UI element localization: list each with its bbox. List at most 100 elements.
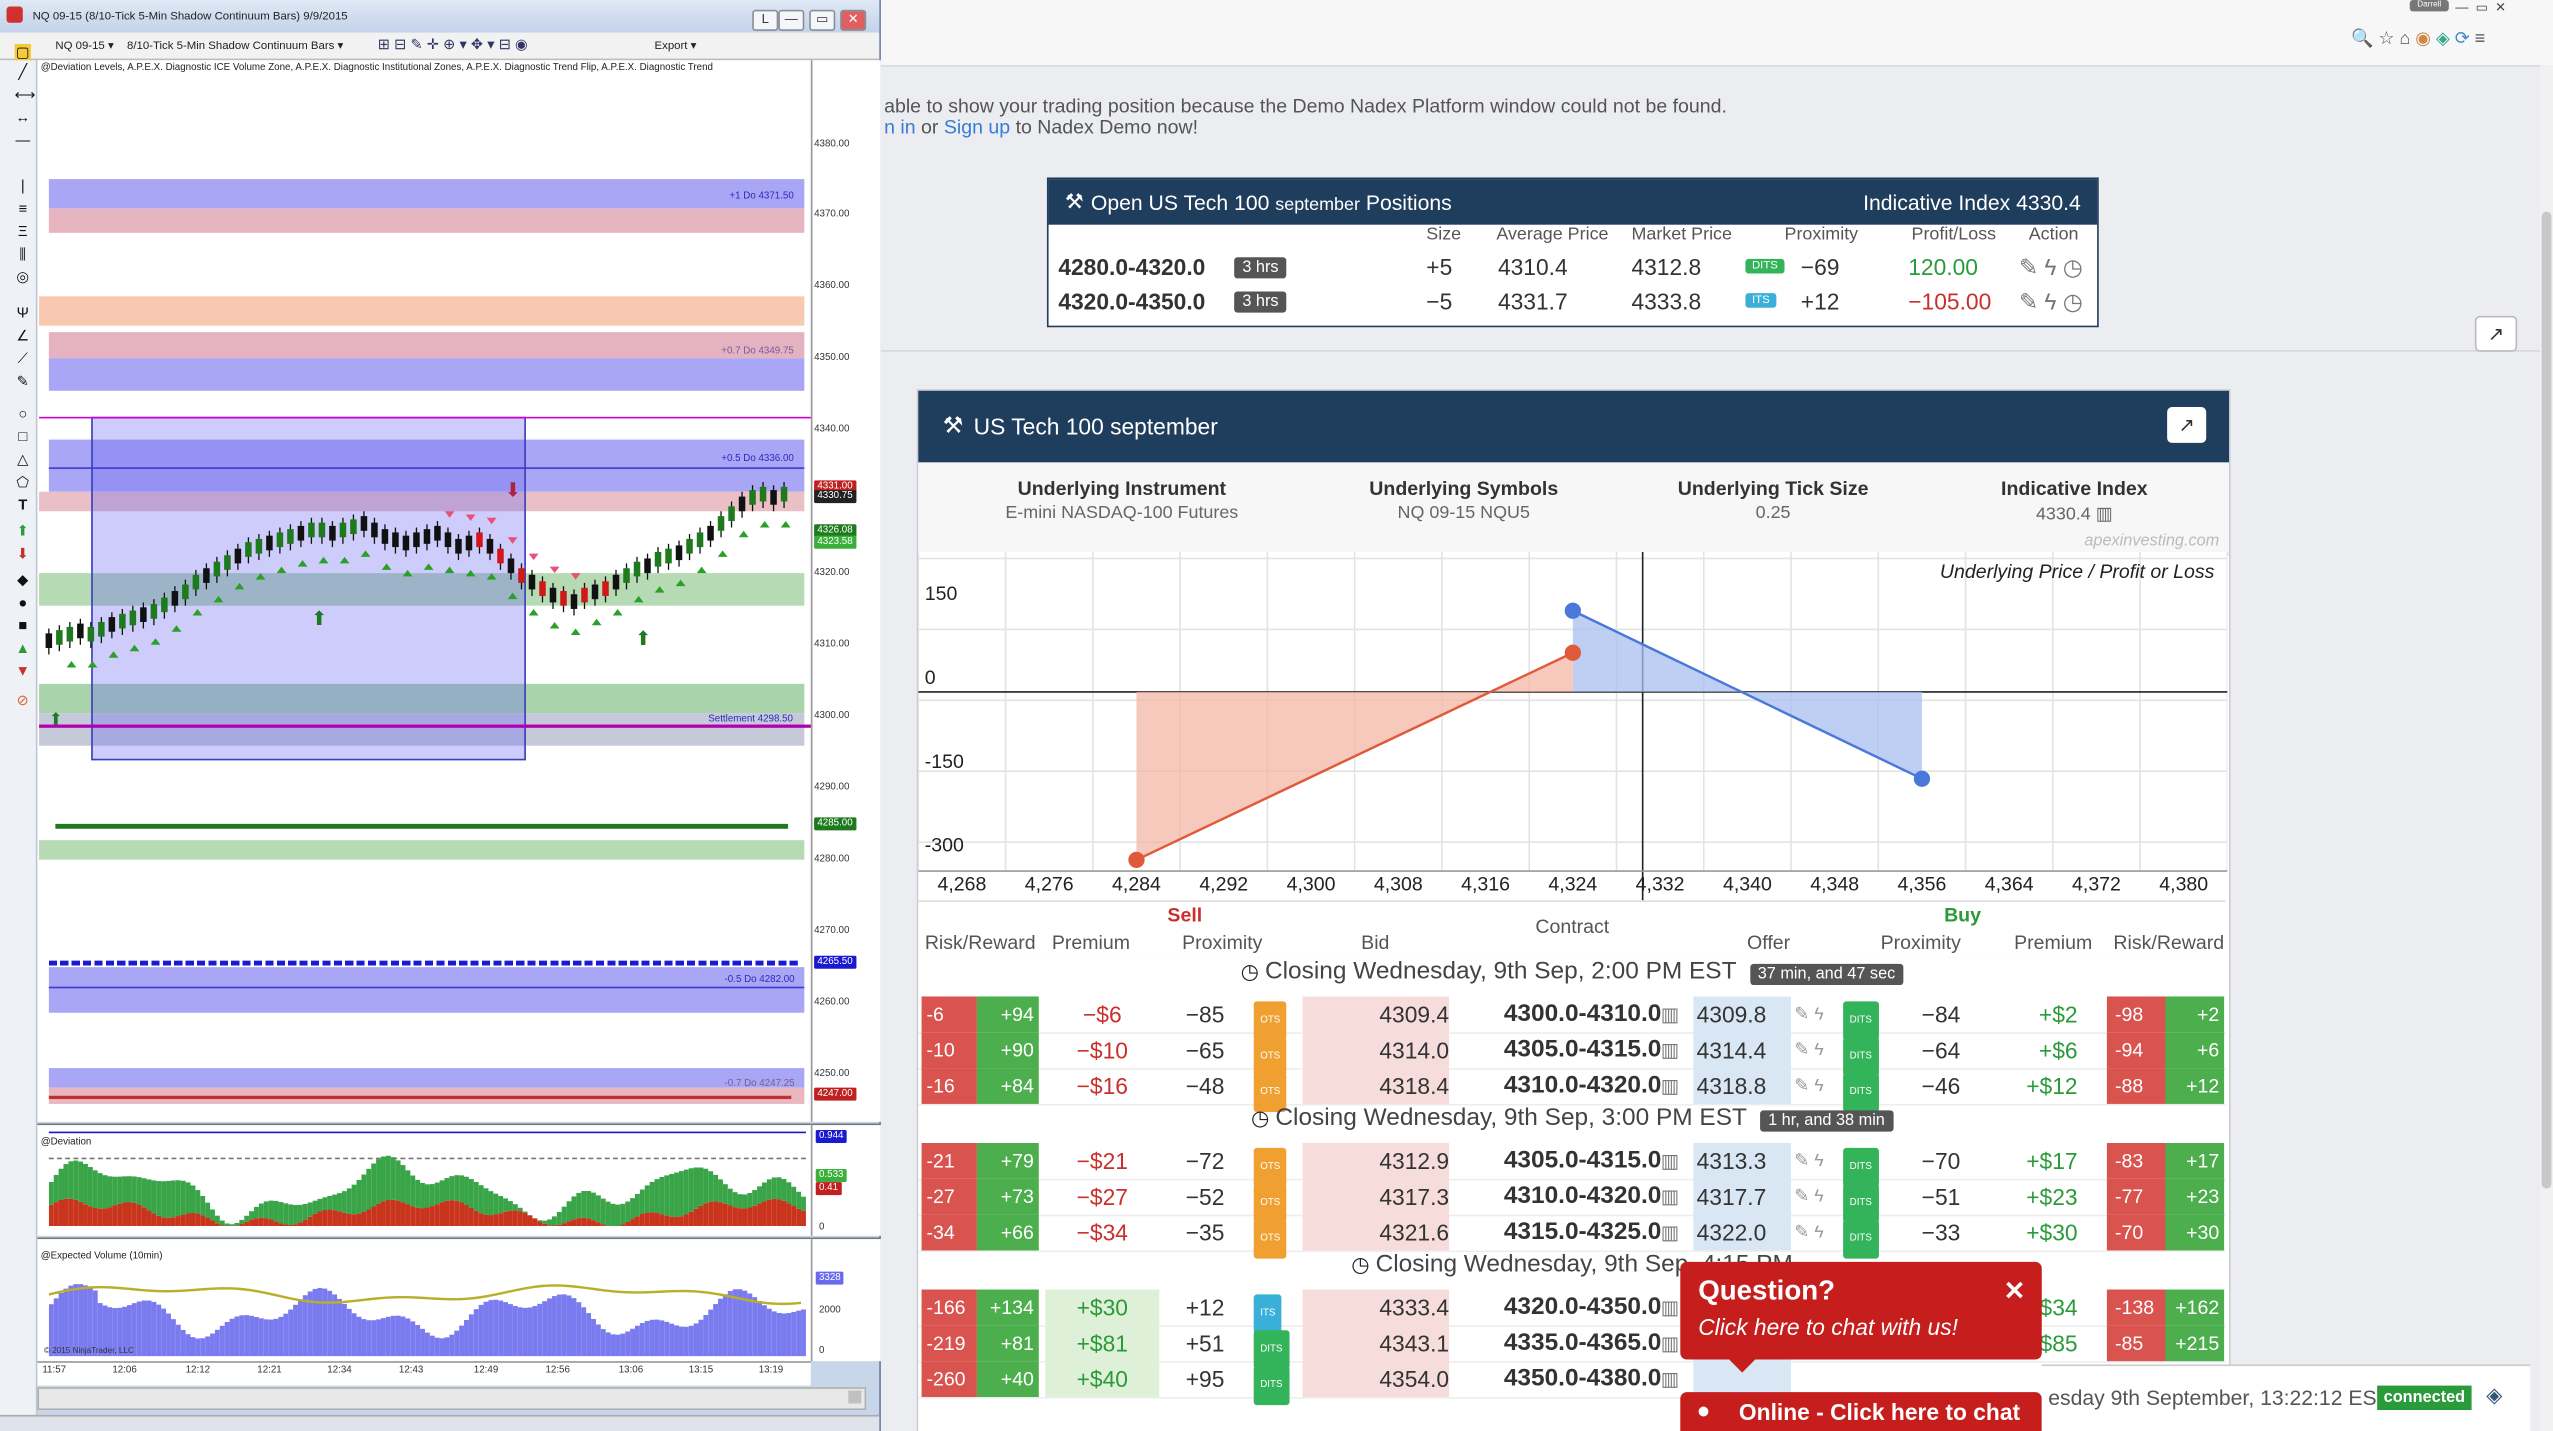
offer-price[interactable]: 4318.8 [1693, 1068, 1792, 1104]
close-icon[interactable]: ✕ [2004, 1275, 2026, 1308]
popout-button[interactable]: ↗ [2474, 315, 2518, 352]
remove-drawings-icon[interactable]: ⊘ [15, 692, 31, 708]
risk-cell[interactable]: -219 [921, 1325, 977, 1362]
bid-price[interactable]: 4312.9 [1302, 1142, 1450, 1179]
chart-icon[interactable]: ▥ [1661, 1179, 1694, 1215]
triangle-up-icon[interactable]: ▲ [15, 640, 31, 656]
triangle-down-icon[interactable]: ▼ [15, 663, 31, 679]
reward-cell[interactable]: +2 [2165, 996, 2225, 1033]
dot-icon[interactable]: ● [15, 594, 31, 610]
risk-cell[interactable]: -166 [921, 1289, 977, 1326]
toolbar-icons[interactable]: ⊞ ⊟ ✎ ✛ ⊕ ▾ ✥ ▾ ⊟ ◉ [378, 36, 528, 54]
ladder-row[interactable]: -34+66−$34−35OTS✎ ϟ4321.64315.0-4325.0▥4… [918, 1214, 2226, 1259]
bid-price[interactable]: 4333.4 [1302, 1289, 1450, 1326]
action-icons[interactable]: ✎ ϟ [1794, 1215, 1840, 1251]
bars-dropdown[interactable]: 8/10-Tick 5-Min Shadow Continuum Bars ▾ [127, 39, 343, 52]
offer-price[interactable]: 4309.8 [1693, 996, 1792, 1033]
bid-price[interactable]: 4318.4 [1302, 1068, 1450, 1104]
market-popout-button[interactable]: ↗ [2167, 407, 2207, 443]
bid-price[interactable]: 4354.0 [1302, 1361, 1450, 1397]
ruler-icon[interactable]: ⟋ [15, 350, 31, 366]
reward-cell[interactable]: +6 [2165, 1032, 2225, 1069]
polygon-icon[interactable]: ⬠ [15, 474, 31, 490]
circle-fib-icon[interactable]: ◎ [15, 269, 31, 285]
ladder-row[interactable]: -10+90−$10−65OTS✎ ϟ4314.04305.0-4315.0▥4… [918, 1032, 2226, 1077]
horizontal-scrollbar[interactable] [37, 1387, 867, 1411]
rectangle-icon[interactable]: □ [15, 428, 31, 444]
reward-cell[interactable]: +84 [976, 1068, 1039, 1104]
chart-icon[interactable]: ▥ [1661, 1032, 1694, 1068]
reward-cell[interactable]: +90 [976, 1032, 1039, 1069]
reward-cell[interactable]: +73 [976, 1178, 1039, 1215]
angle-icon[interactable]: ∠ [15, 327, 31, 343]
user-chip[interactable]: Darrell [2409, 0, 2449, 12]
maximize-button[interactable]: ▭ [809, 9, 836, 31]
risk-cell[interactable]: -21 [921, 1142, 977, 1179]
fib-icon[interactable]: ≡ [15, 200, 31, 216]
ladder-row[interactable]: -16+84−$16−48OTS✎ ϟ4318.44310.0-4320.0▥4… [918, 1068, 2226, 1113]
risk-cell[interactable]: -94 [2106, 1032, 2166, 1069]
sign-in-link[interactable]: n in [884, 116, 916, 139]
ray-icon[interactable]: ⟷ [15, 86, 36, 102]
reward-cell[interactable]: +30 [2165, 1214, 2225, 1251]
risk-cell[interactable]: -10 [921, 1032, 977, 1069]
extended-line-icon[interactable]: — [15, 132, 31, 148]
star-icon[interactable]: ☆ [2378, 29, 2394, 49]
ladder-row[interactable]: -21+79−$21−72OTS✎ ϟ4312.94305.0-4315.0▥4… [918, 1142, 2226, 1187]
text-icon[interactable]: T [15, 497, 31, 513]
ladder-row[interactable]: -6+94−$6−85OTS✎ ϟ4309.44300.0-4310.0▥430… [918, 996, 2226, 1041]
arrow-up-icon[interactable]: ⬆ [15, 523, 31, 539]
action-icons[interactable]: ✎ ϟ ◷ [2019, 254, 2083, 282]
action-icons[interactable]: ✎ ϟ [1794, 1068, 1840, 1104]
bid-price[interactable]: 4317.3 [1302, 1178, 1450, 1215]
reward-cell[interactable]: +23 [2165, 1178, 2225, 1215]
risk-cell[interactable]: -260 [921, 1361, 977, 1397]
reward-cell[interactable]: +12 [2165, 1068, 2225, 1104]
reward-cell[interactable]: +17 [2165, 1142, 2225, 1179]
reward-cell[interactable]: +79 [976, 1142, 1039, 1179]
action-icons[interactable]: ✎ ϟ [1794, 1032, 1840, 1068]
reward-cell[interactable]: +134 [976, 1289, 1039, 1326]
pencil-icon[interactable]: ✎ [15, 373, 31, 389]
menu-icon[interactable]: ≡ [2475, 29, 2485, 49]
risk-cell[interactable]: -34 [921, 1214, 977, 1251]
link-button[interactable]: L [752, 9, 779, 31]
triangle-icon[interactable]: △ [15, 451, 31, 467]
close-button[interactable]: ✕ [840, 9, 867, 31]
bid-price[interactable]: 4309.4 [1302, 996, 1450, 1033]
refresh-icon[interactable]: ⟳ [2455, 29, 2470, 49]
chart-icon[interactable]: ▥ [1661, 1215, 1694, 1251]
bid-price[interactable]: 4343.1 [1302, 1325, 1450, 1362]
pitchfork-icon[interactable]: Ψ [15, 304, 31, 320]
reward-cell[interactable]: +40 [976, 1361, 1039, 1397]
offer-price[interactable]: 4313.3 [1693, 1142, 1792, 1179]
risk-cell[interactable]: -83 [2106, 1142, 2166, 1179]
cursor-icon[interactable]: ▢ [14, 43, 31, 61]
risk-cell[interactable]: -6 [921, 996, 977, 1033]
ladder-row[interactable]: -27+73−$27−52OTS✎ ϟ4317.34310.0-4320.0▥4… [918, 1178, 2226, 1223]
square-icon[interactable]: ■ [15, 617, 31, 633]
line-icon[interactable]: ╱ [15, 63, 31, 79]
minimize-button[interactable]: — [778, 9, 805, 31]
fib-time-icon[interactable]: ⫼ [15, 246, 31, 262]
chart-icon[interactable]: ▥ [2096, 505, 2113, 525]
chat-online-bar[interactable]: ● Online - Click here to chat [1680, 1392, 2042, 1431]
action-icons[interactable]: ✎ ϟ [1794, 1143, 1840, 1179]
risk-cell[interactable]: -88 [2106, 1068, 2166, 1104]
position-row[interactable]: 4320.0-4350.0 3 hrs −5 4331.7 4333.8 ITS… [1049, 287, 2098, 323]
search-icon[interactable]: 🔍 [2351, 29, 2373, 49]
offer-price[interactable]: 4317.7 [1693, 1178, 1792, 1215]
diamond-icon[interactable]: ◆ [15, 571, 31, 587]
shield-icon[interactable]: ◈ [2436, 29, 2450, 49]
risk-cell[interactable]: -85 [2106, 1325, 2166, 1362]
arrow-down-icon[interactable]: ⬇ [15, 545, 31, 561]
risk-cell[interactable]: -98 [2106, 996, 2166, 1033]
vertical-line-icon[interactable]: | [15, 177, 31, 193]
risk-cell[interactable]: -77 [2106, 1178, 2166, 1215]
chart-icon[interactable]: ▥ [1661, 996, 1694, 1032]
chart-icon[interactable]: ▥ [1661, 1143, 1694, 1179]
chat-popup[interactable]: Question? Click here to chat with us! ✕ [1680, 1261, 2042, 1373]
bid-price[interactable]: 4321.6 [1302, 1214, 1450, 1251]
bid-price[interactable]: 4314.0 [1302, 1032, 1450, 1069]
action-icons[interactable]: ✎ ϟ ◷ [2019, 288, 2083, 316]
